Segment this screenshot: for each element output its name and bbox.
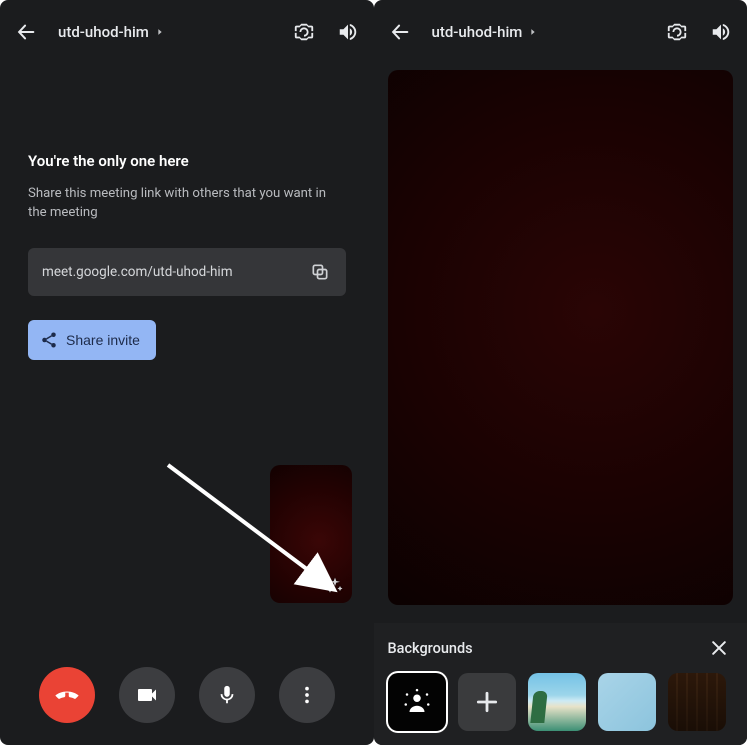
chevron-right-icon — [528, 27, 538, 37]
screenshot-left: utd-uhod-him You're the only one here Sh… — [0, 0, 374, 745]
chevron-right-icon — [155, 27, 165, 37]
meeting-link-text: meet.google.com/utd-uhod-him — [42, 264, 306, 280]
header-left: utd-uhod-him — [0, 0, 374, 52]
self-preview-tile[interactable] — [270, 465, 352, 603]
close-backgrounds-button[interactable] — [705, 634, 733, 662]
mic-toggle-button[interactable] — [199, 667, 255, 723]
backgrounds-panel: Backgrounds — [374, 623, 747, 745]
switch-camera-button[interactable] — [292, 20, 316, 44]
arrow-left-icon — [389, 21, 411, 43]
mic-icon — [216, 684, 238, 706]
empty-meeting-body: You're the only one here Share this meet… — [0, 52, 374, 360]
background-tile-beach[interactable] — [528, 673, 586, 731]
more-options-button[interactable] — [279, 667, 335, 723]
share-invite-button[interactable]: Share invite — [28, 320, 156, 360]
end-call-button[interactable] — [39, 667, 95, 723]
copy-icon — [310, 262, 330, 282]
video-toggle-button[interactable] — [119, 667, 175, 723]
subtitle-text: Share this meeting link with others that… — [28, 184, 346, 222]
sparkle-icon — [325, 576, 345, 596]
meeting-code-button[interactable]: utd-uhod-him — [432, 23, 539, 41]
background-tile-sky[interactable] — [598, 673, 656, 731]
person-dots-icon — [402, 687, 432, 717]
video-preview — [388, 70, 734, 605]
volume-icon — [710, 21, 732, 43]
close-icon — [709, 638, 729, 658]
plus-icon — [474, 689, 500, 715]
header-right: utd-uhod-him — [374, 0, 747, 52]
meeting-link-row: meet.google.com/utd-uhod-him — [28, 248, 346, 296]
back-button[interactable] — [388, 20, 412, 44]
speaker-button[interactable] — [336, 20, 360, 44]
backgrounds-header: Backgrounds — [388, 631, 734, 665]
background-tile-no-effect[interactable] — [388, 673, 446, 731]
meeting-code-text: utd-uhod-him — [432, 23, 523, 41]
meeting-code-button[interactable]: utd-uhod-him — [58, 23, 165, 41]
speaker-button[interactable] — [709, 20, 733, 44]
flip-camera-icon — [293, 21, 315, 43]
screenshot-right: utd-uhod-him Backgrounds — [374, 0, 747, 745]
background-tile-library[interactable] — [668, 673, 726, 731]
background-tile-add[interactable] — [458, 673, 516, 731]
effects-button[interactable] — [324, 575, 346, 597]
volume-icon — [337, 21, 359, 43]
copy-link-button[interactable] — [306, 258, 334, 286]
arrow-left-icon — [15, 21, 37, 43]
camera-icon — [135, 683, 159, 707]
meeting-code-text: utd-uhod-him — [58, 23, 149, 41]
switch-camera-button[interactable] — [665, 20, 689, 44]
share-icon — [40, 331, 58, 349]
backgrounds-tiles — [388, 673, 734, 731]
bottom-controls — [0, 667, 374, 723]
hangup-icon — [53, 681, 81, 709]
title-text: You're the only one here — [28, 152, 346, 170]
share-invite-label: Share invite — [66, 332, 140, 348]
back-button[interactable] — [14, 20, 38, 44]
backgrounds-title: Backgrounds — [388, 640, 473, 657]
flip-camera-icon — [666, 21, 688, 43]
more-vert-icon — [296, 684, 318, 706]
